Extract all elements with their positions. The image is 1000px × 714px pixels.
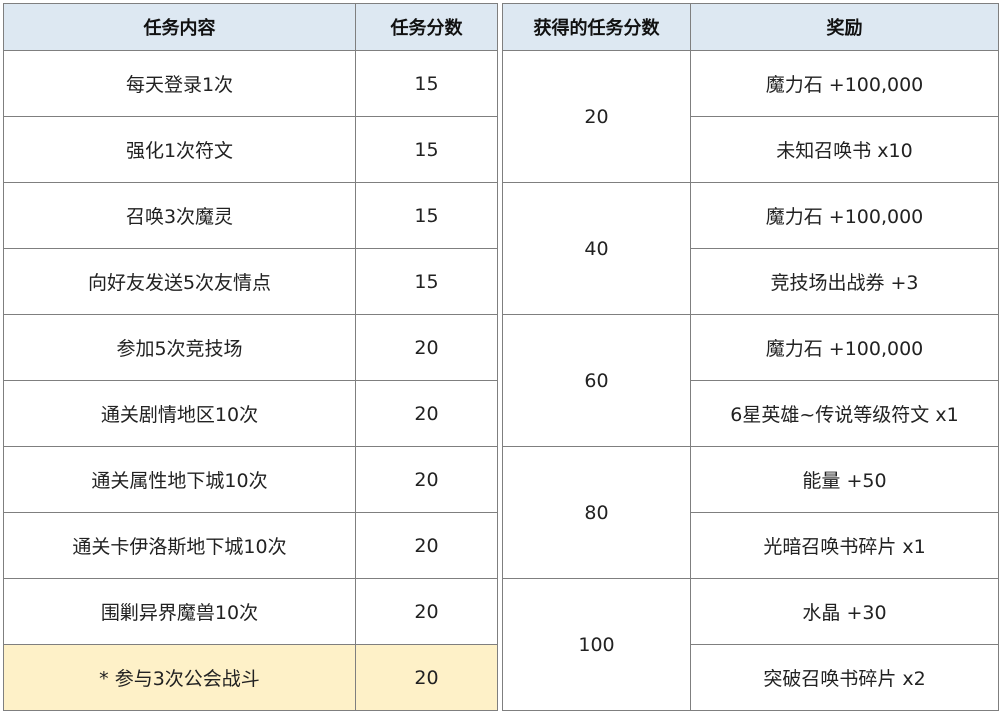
tier-points-cell: 60 [502, 314, 691, 447]
table-row: 每天登录1次 15 [3, 50, 498, 117]
rewards-table: 获得的任务分数 奖励 20 魔力石 +100,000 未知召唤书 x10 40 … [502, 3, 999, 711]
task-content-cell: 围剿异界魔兽10次 [3, 578, 356, 645]
reward-cell: 魔力石 +100,000 [690, 182, 999, 249]
table-row: 100 水晶 +30 [502, 578, 999, 711]
header-task-content: 任务内容 [3, 3, 356, 51]
header-reward: 奖励 [690, 3, 999, 51]
task-points-cell: 15 [355, 248, 498, 315]
task-points-cell: 15 [355, 116, 498, 183]
header-task-points: 任务分数 [355, 3, 498, 51]
task-content-cell: * 参与3次公会战斗 [3, 644, 356, 711]
task-content-cell: 向好友发送5次友情点 [3, 248, 356, 315]
task-points-cell: 20 [355, 380, 498, 447]
table-row: 向好友发送5次友情点 15 [3, 248, 498, 315]
tier-points-cell: 40 [502, 182, 691, 315]
task-points-cell: 15 [355, 50, 498, 117]
reward-cell: 光暗召唤书碎片 x1 [690, 512, 999, 579]
reward-cell: 魔力石 +100,000 [690, 314, 999, 381]
task-content-cell: 强化1次符文 [3, 116, 356, 183]
task-points-cell: 15 [355, 182, 498, 249]
tier-points-cell: 80 [502, 446, 691, 579]
table-row: 20 魔力石 +100,000 [502, 50, 999, 183]
reward-cell: 突破召唤书碎片 x2 [690, 644, 999, 711]
task-content-cell: 参加5次竞技场 [3, 314, 356, 381]
task-points-cell: 20 [355, 512, 498, 579]
task-points-cell: 20 [355, 578, 498, 645]
table-row: 40 魔力石 +100,000 [502, 182, 999, 315]
task-points-cell: 20 [355, 314, 498, 381]
reward-cell: 6星英雄~传说等级符文 x1 [690, 380, 999, 447]
table-row: 强化1次符文 15 [3, 116, 498, 183]
table-row: 80 能量 +50 [502, 446, 999, 579]
reward-cell: 水晶 +30 [690, 578, 999, 645]
table-row-highlighted: * 参与3次公会战斗 20 [3, 644, 498, 711]
tier-points-cell: 20 [502, 50, 691, 183]
task-content-cell: 每天登录1次 [3, 50, 356, 117]
reward-cell: 魔力石 +100,000 [690, 50, 999, 117]
table-row: 通关卡伊洛斯地下城10次 20 [3, 512, 498, 579]
reward-cell: 竞技场出战券 +3 [690, 248, 999, 315]
table-row: 60 魔力石 +100,000 [502, 314, 999, 447]
table-row: 召唤3次魔灵 15 [3, 182, 498, 249]
table-header-row: 获得的任务分数 奖励 [502, 3, 999, 51]
reward-cell: 未知召唤书 x10 [690, 116, 999, 183]
task-points-cell: 20 [355, 446, 498, 513]
tier-points-cell: 100 [502, 578, 691, 711]
task-content-cell: 通关属性地下城10次 [3, 446, 356, 513]
task-content-cell: 召唤3次魔灵 [3, 182, 356, 249]
table-header-row: 任务内容 任务分数 [3, 3, 498, 51]
task-content-cell: 通关剧情地区10次 [3, 380, 356, 447]
table-row: 通关剧情地区10次 20 [3, 380, 498, 447]
header-earned-points: 获得的任务分数 [502, 3, 691, 51]
reward-cell: 能量 +50 [690, 446, 999, 513]
task-points-cell: 20 [355, 644, 498, 711]
table-row: 参加5次竞技场 20 [3, 314, 498, 381]
table-row: 围剿异界魔兽10次 20 [3, 578, 498, 645]
table-row: 通关属性地下城10次 20 [3, 446, 498, 513]
task-content-cell: 通关卡伊洛斯地下城10次 [3, 512, 356, 579]
task-points-table: 任务内容 任务分数 每天登录1次 15 强化1次符文 15 召唤3次魔灵 15 … [3, 3, 498, 711]
